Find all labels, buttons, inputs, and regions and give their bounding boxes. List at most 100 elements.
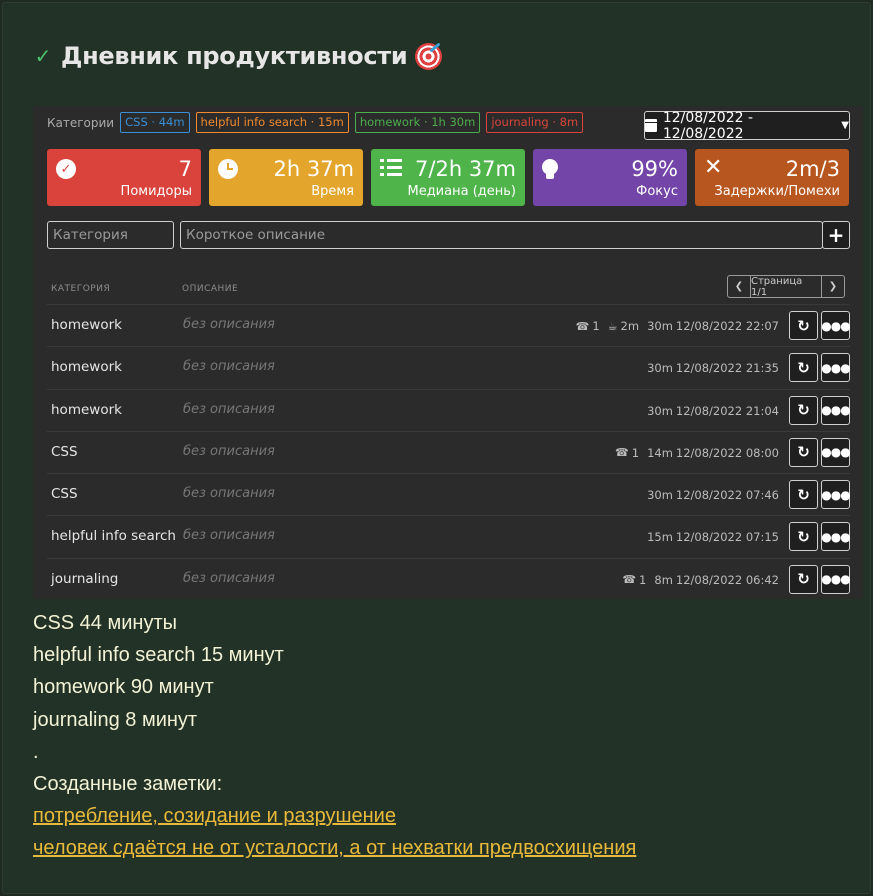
more-options-button[interactable]: ●●●	[821, 353, 851, 383]
ellipsis-icon: ●●●	[821, 445, 850, 460]
duration-meta: 14m 12/08/2022 08:00	[647, 446, 779, 460]
duration: 30m	[647, 361, 673, 376]
add-entry-button[interactable]: +	[822, 221, 850, 249]
duration-meta: 30m 12/08/2022 21:04	[647, 404, 779, 418]
stat-value: 2h 37m	[273, 157, 354, 181]
duration: 15m	[647, 530, 673, 545]
row-meta: ☎ 1 8m 12/08/2022 06:42	[622, 573, 779, 587]
phone-icon: ☎	[622, 573, 637, 587]
redo-icon: ↻	[797, 485, 810, 504]
row-category: homework	[51, 359, 122, 376]
summary-line: journaling 8 минут	[33, 708, 198, 731]
calls-count: 1	[631, 445, 640, 460]
summary-line: .	[33, 740, 39, 763]
duration-meta: 30m 12/08/2022 22:07	[647, 319, 779, 333]
title-row: ✓ Дневник продуктивности	[33, 39, 443, 73]
entries-table: homework без описания ☎ 1 ☕ 2m 30m 12/08/2022 …	[47, 304, 851, 600]
phone-icon: ☎	[575, 319, 590, 333]
repeat-button[interactable]: ↻	[789, 311, 818, 340]
pagination: ❮ Страница 1/1 ❯	[727, 275, 845, 298]
notes-label: Созданные заметки:	[33, 772, 223, 795]
more-options-button[interactable]: ●●●	[821, 437, 851, 467]
duration: 30m	[647, 488, 673, 503]
repeat-button[interactable]: ↻	[789, 353, 818, 383]
category-tag-journaling[interactable]: journaling · 8m	[486, 112, 584, 133]
row-category: homework	[51, 317, 122, 333]
break-duration: 2m	[620, 319, 640, 333]
stat-value: 99%	[631, 157, 678, 181]
redo-icon: ↻	[797, 570, 810, 589]
category-tag-css[interactable]: CSS · 44m	[120, 112, 190, 133]
calls-count: 1	[639, 572, 647, 587]
column-header-description: ОПИСАНИЕ	[182, 284, 239, 294]
clock-icon	[218, 159, 238, 179]
duration-meta: 8m 12/08/2022 06:42	[654, 573, 779, 587]
row-description: без описания	[183, 401, 275, 417]
duration-meta: 30m 12/08/2022 07:46	[647, 488, 779, 502]
calendar-icon	[645, 119, 657, 132]
row-description: без описания	[183, 443, 275, 459]
note-link[interactable]: человек сдаётся не от усталости, а от не…	[33, 832, 636, 864]
table-row: homework без описания ☎ 1 ☕ 2m 30m 12/08/2022 …	[47, 304, 851, 346]
datetime: 12/08/2022 07:15	[675, 530, 779, 545]
note-link[interactable]: потребление, созидание и разрушение	[33, 800, 636, 832]
datetime: 12/08/2022 06:42	[675, 572, 779, 587]
row-description: без описания	[183, 570, 275, 586]
productivity-panel: Категории CSS · 44m helpful info search …	[33, 106, 863, 599]
stat-interruptions: ✕ 2m/3 Задержки/Помехи	[695, 149, 849, 206]
close-icon: ✕	[704, 155, 723, 180]
chevron-down-icon: ▼	[841, 120, 849, 131]
chevron-right-icon: ❯	[828, 281, 838, 292]
page-indicator: Страница 1/1	[750, 276, 822, 297]
stat-focus: 99% Фокус	[533, 149, 687, 206]
row-category: CSS	[51, 486, 78, 503]
row-meta: ☎ 1 14m 12/08/2022 08:00	[615, 446, 779, 460]
row-category: journaling	[51, 570, 119, 587]
row-category: homework	[51, 401, 122, 418]
datetime: 12/08/2022 07:46	[675, 488, 779, 503]
category-input[interactable]	[47, 221, 174, 249]
table-row: CSS без описания ☎ 1 14m 12/08/2022 08:00 ↻ ●●…	[47, 430, 851, 473]
next-page-button[interactable]: ❯	[822, 276, 844, 297]
duration: 30m	[647, 403, 673, 418]
table-row: homework без описания 30m 12/08/2022 21:35…	[47, 346, 851, 388]
row-description: без описания	[183, 317, 275, 332]
duration-meta: 15m 12/08/2022 07:15	[647, 530, 779, 544]
repeat-button[interactable]: ↻	[789, 522, 818, 552]
repeat-button[interactable]: ↻	[789, 437, 818, 467]
duration: 8m	[654, 572, 673, 587]
redo-icon: ↻	[797, 443, 810, 462]
coffee-cup-icon: ☕	[607, 319, 618, 333]
stat-value: 7	[178, 157, 192, 181]
more-options-button[interactable]: ●●●	[821, 522, 851, 552]
prev-page-button[interactable]: ❮	[728, 276, 750, 297]
repeat-button[interactable]: ↻	[789, 564, 818, 594]
description-input[interactable]	[180, 221, 823, 249]
stat-label: Задержки/Помехи	[714, 184, 840, 199]
target-emoji-icon	[415, 42, 443, 70]
row-meta: ☎ 1 ☕ 2m 30m 12/08/2022 22:07	[576, 319, 779, 333]
stat-pomodoros: ✓ 7 Помидоры	[47, 149, 201, 206]
redo-icon: ↻	[797, 316, 810, 335]
date-range-picker[interactable]: 12/08/2022 - 12/08/2022 ▼	[644, 110, 850, 142]
more-options-button[interactable]: ●●●	[821, 480, 851, 510]
repeat-button[interactable]: ↻	[789, 480, 818, 510]
category-tag-homework[interactable]: homework · 1h 30m	[354, 112, 481, 133]
stat-label: Фокус	[636, 184, 678, 199]
more-options-button[interactable]: ●●●	[821, 564, 851, 594]
summary-line: CSS 44 минуты	[33, 612, 177, 634]
redo-icon: ↻	[797, 358, 810, 377]
chevron-left-icon: ❮	[734, 281, 744, 292]
categories-row: Категории CSS · 44m helpful info search …	[47, 112, 584, 133]
repeat-button[interactable]: ↻	[789, 395, 818, 425]
duration: 14m	[647, 445, 673, 460]
column-header-category: КАТЕГОРИЯ	[51, 284, 111, 294]
more-options-button[interactable]: ●●●	[821, 311, 851, 340]
check-circle-icon: ✓	[56, 159, 76, 179]
more-options-button[interactable]: ●●●	[821, 395, 851, 425]
entry-input-row	[47, 221, 823, 249]
table-row: journaling без описания ☎ 1 8m 12/08/2022 06…	[47, 557, 851, 600]
ellipsis-icon: ●●●	[821, 487, 850, 502]
stat-time: 2h 37m Время	[209, 149, 363, 206]
category-tag-helpful-info-search[interactable]: helpful info search · 15m	[195, 112, 349, 133]
